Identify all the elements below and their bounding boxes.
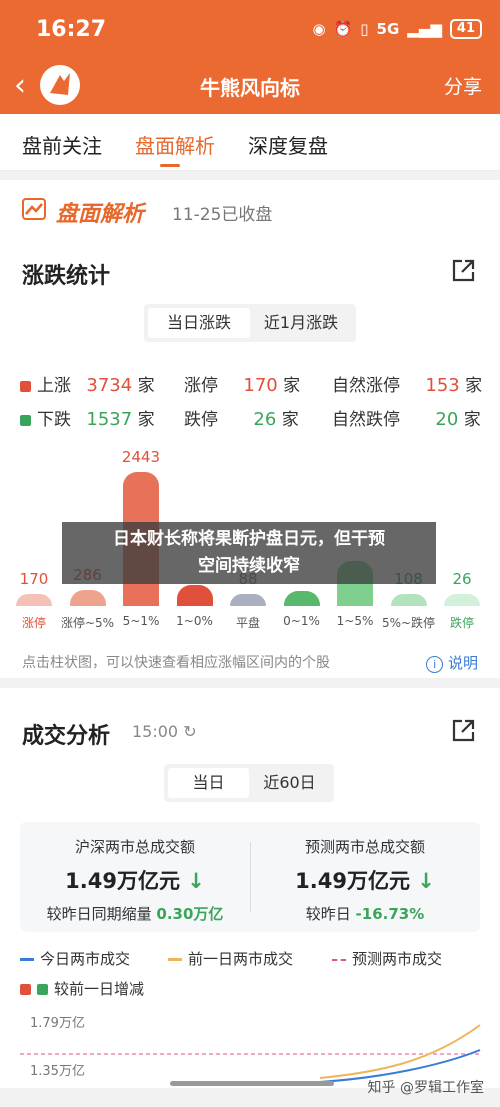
watermark: 知乎 @罗辑工作室	[367, 1080, 484, 1096]
bar-8[interactable]	[444, 594, 480, 606]
bar-7[interactable]	[390, 594, 427, 606]
bar-value-0: 170	[19, 570, 49, 588]
rise-dot	[20, 380, 31, 392]
bar-category-7: 5%~跌停	[381, 616, 436, 630]
external-link-icon[interactable]	[450, 258, 476, 284]
down-arrow-icon: ↓	[417, 869, 435, 893]
period-toggle: 当日 近60日	[164, 764, 334, 802]
bar-3[interactable]	[176, 584, 213, 606]
page-title: 牛熊风向标	[200, 75, 300, 100]
range-toggle: 当日涨跌 近1月涨跌	[144, 304, 356, 342]
info-icon: i	[426, 656, 444, 673]
news-line-2: 空间持续收窄	[198, 556, 300, 576]
tab-review[interactable]: 深度复盘	[248, 130, 328, 159]
share-button[interactable]: 分享	[444, 72, 482, 99]
toggle-month[interactable]: 近1月涨跌	[250, 308, 352, 338]
bar-value-2: 2443	[121, 448, 161, 466]
bar-0[interactable]	[16, 594, 52, 606]
kpi-predicted: 预测两市总成交额 1.49万亿元 ↓ 较昨日 -16.73%	[295, 838, 435, 923]
stat-natural-limit-up: 自然涨停 153 家	[332, 375, 483, 396]
legend-predict: 预测两市成交	[332, 948, 442, 969]
close-date: 11-25已收盘	[172, 205, 273, 225]
section-heading-2: 成交分析	[22, 724, 111, 749]
prev-day-line	[319, 1024, 481, 1079]
vibrate-icon: ▯	[360, 20, 369, 38]
tab-bar: 盘前关注 盘面解析 深度复盘	[0, 114, 500, 171]
section-brand: 盘面解析	[56, 202, 145, 227]
bar-category-4: 平盘	[235, 616, 260, 630]
refresh-icon[interactable]: ↻	[183, 722, 196, 741]
home-indicator[interactable]	[170, 1081, 334, 1086]
bar-value-8: 26	[452, 570, 472, 588]
tab-analysis[interactable]: 盘面解析	[135, 130, 215, 159]
toggle-day[interactable]: 当日	[168, 768, 249, 798]
alarm-icon: ⏰	[333, 20, 353, 38]
toggle-today[interactable]: 当日涨跌	[148, 308, 250, 338]
stat-fall: 下跌 1537 家	[20, 405, 155, 430]
battery-icon: 41	[449, 19, 482, 39]
toggle-60d[interactable]: 近60日	[249, 768, 330, 798]
stat-limit-down: 跌停 26 家	[184, 409, 299, 430]
fall-dot	[20, 414, 31, 426]
tab-premarket[interactable]: 盘前关注	[22, 130, 102, 159]
update-time: 15:00 ↻	[132, 722, 197, 741]
chart-logo-icon	[22, 198, 46, 220]
legend-prev: 前一日两市成交	[168, 948, 293, 969]
app-header: ‹ 牛熊风向标 分享	[0, 58, 500, 114]
eye-icon: ◉	[312, 20, 326, 38]
legend-today: 今日两市成交	[20, 948, 130, 969]
kpi-actual: 沪深两市总成交额 1.49万亿元 ↓ 较昨日同期缩量 0.30万亿	[46, 838, 224, 923]
legend-diff: 较前一日增减	[20, 978, 144, 999]
chart-hint: 点击柱状图，可以快速查看相应涨幅区间内的个股	[22, 655, 330, 671]
status-time: 16:27	[36, 16, 107, 42]
bar-4[interactable]	[230, 594, 266, 606]
bar-category-0: 涨停	[21, 616, 46, 630]
status-bar: 16:27 ◉ ⏰ ▯ 5G ▂▄▆ 41	[0, 0, 500, 58]
bar-category-8: 跌停	[449, 616, 474, 630]
section-heading: 涨跌统计	[22, 264, 111, 289]
tab-indicator	[160, 164, 180, 167]
bar-category-3: 1~0%	[176, 614, 213, 628]
bar-1[interactable]	[69, 590, 106, 606]
news-line-1: 日本财长称将果断护盘日元，但干预	[113, 529, 385, 549]
external-link-icon-2[interactable]	[450, 718, 476, 744]
network-label: 5G	[376, 20, 400, 38]
bar-category-6: 1~5%	[336, 614, 374, 628]
bar-category-1: 涨停~5%	[60, 616, 115, 630]
down-arrow-icon: ↓	[187, 869, 205, 893]
bar-category-5: 0~1%	[283, 614, 320, 628]
status-icons: ◉ ⏰ ▯ 5G ▂▄▆ 41	[312, 19, 482, 39]
bar-5[interactable]	[283, 590, 320, 606]
stat-limit-up: 涨停 170 家	[184, 375, 301, 396]
explain-link[interactable]: i 说明	[426, 652, 478, 673]
news-overlay[interactable]: 日本财长称将果断护盘日元，但干预 空间持续收窄	[62, 522, 436, 584]
signal-icon: ▂▄▆	[407, 20, 442, 38]
bar-category-2: 5~1%	[122, 614, 160, 628]
stat-natural-limit-down: 自然跌停 20 家	[332, 409, 481, 430]
stat-rise: 上涨 3734 家	[20, 371, 155, 396]
kpi-panel: 沪深两市总成交额 1.49万亿元 ↓ 较昨日同期缩量 0.30万亿 预测两市总成…	[20, 822, 480, 932]
